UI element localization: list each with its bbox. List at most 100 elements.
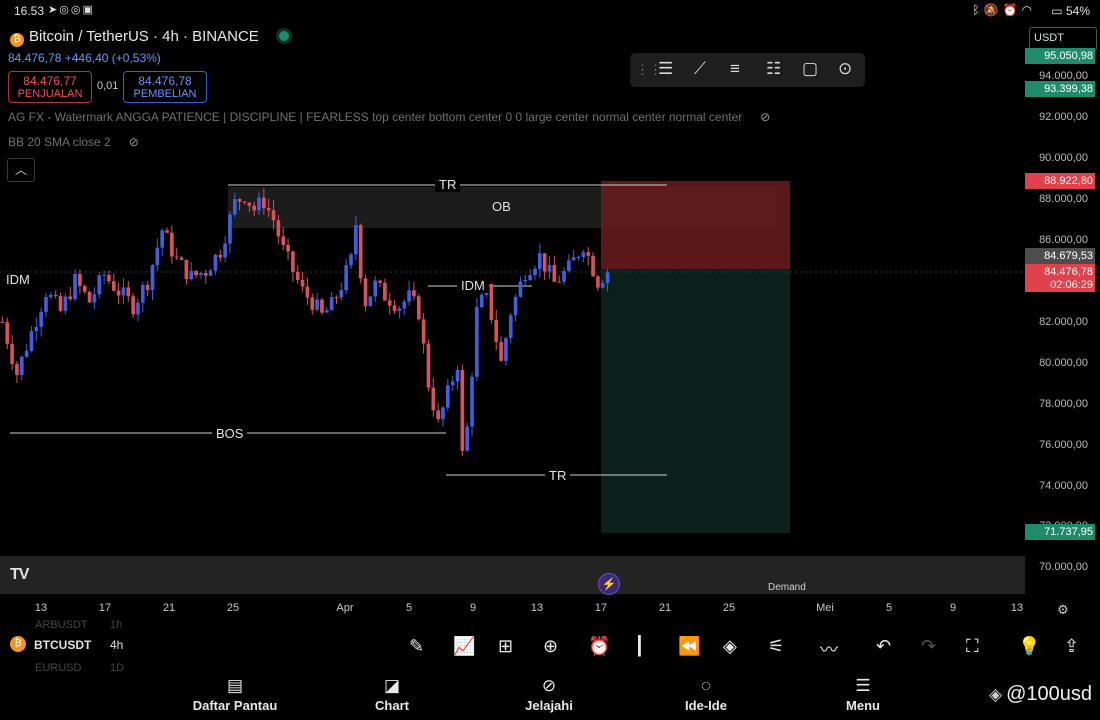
bos-label: BOS — [212, 426, 248, 441]
candle-body — [339, 290, 344, 298]
candle-body — [518, 281, 523, 297]
candle-body — [523, 279, 528, 282]
grid-icon[interactable]: ⊞ — [498, 636, 513, 657]
candle-body — [58, 295, 63, 311]
candle-body — [208, 270, 213, 276]
candle-icon[interactable]: ┃ — [634, 636, 645, 657]
price-tick: 76.000,00 — [1039, 439, 1088, 451]
redo-icon[interactable]: ↷ — [921, 636, 936, 657]
price-tick: 78.000,00 — [1039, 398, 1088, 410]
add-icon[interactable]: ⊕ — [543, 636, 558, 657]
candle-body — [68, 296, 73, 300]
bolt-icon[interactable]: ⚡ — [598, 573, 620, 595]
parallel-channel-icon[interactable]: ≡ — [730, 59, 740, 79]
nav-watchlist[interactable]: ▤ Daftar Pantau — [180, 676, 290, 713]
bitcoin-icon: ₿ — [10, 33, 24, 47]
candle-body — [218, 254, 223, 258]
candle-body — [228, 214, 232, 244]
indicator-watermark[interactable]: AG FX - Watermark ANGGA PATIENCE | DISCI… — [8, 110, 770, 124]
candle-body — [445, 385, 450, 408]
measure-tool-icon[interactable]: ⊙ — [838, 59, 852, 79]
collapse-indicators-button[interactable]: ︿ — [7, 158, 35, 182]
candle-body — [97, 275, 102, 295]
rectangle-tool-icon[interactable]: ▢ — [802, 59, 818, 79]
candle-body — [184, 259, 189, 280]
time-axis[interactable]: 13 17 21 25 Apr 5 9 13 17 21 25 Mei 5 9 … — [0, 598, 1100, 620]
undo-icon[interactable]: ↶ — [876, 636, 891, 657]
candle-body — [82, 285, 87, 292]
hide-eye-icon[interactable]: ⊘ — [760, 110, 770, 124]
candle-body — [126, 287, 131, 297]
chart-settings-icon[interactable]: ⚙ — [1057, 602, 1069, 618]
candle-body — [0, 322, 5, 323]
nav-menu[interactable]: ☰ Menu — [808, 676, 918, 713]
bottom-toolbar: ✎ 📈 ⊞ ⊕ ⏰ ┃ ⏪ ◈ ⚟ 〰 ↶ ↷ ⛶ 💡 ⇪ — [0, 628, 1100, 664]
nav-explore[interactable]: ⊘ Jelajahi — [494, 676, 604, 713]
symbol-title[interactable]: ₿ Bitcoin / TetherUS · 4h · BINANCE — [10, 28, 289, 47]
candle-body — [460, 369, 465, 451]
candle-body — [504, 338, 508, 361]
candle-body — [542, 253, 547, 272]
candle-body — [547, 265, 552, 272]
fib-tool-icon[interactable]: ☰ — [658, 59, 673, 79]
candle-body — [329, 297, 334, 311]
candle-body — [392, 305, 397, 311]
candle-body — [34, 326, 39, 332]
candle-body — [73, 273, 77, 300]
fib-retracement-icon[interactable]: ☷ — [766, 59, 781, 79]
replay-icon[interactable]: ⏪ — [678, 636, 700, 657]
candle-body — [121, 287, 126, 296]
volume-strip — [0, 556, 1025, 594]
buy-button[interactable]: 84.476,78 PEMBELIAN — [123, 71, 207, 103]
candle-body — [489, 284, 494, 320]
price-tick: 80.000,00 — [1039, 357, 1088, 369]
candle-body — [600, 283, 605, 288]
target-zone — [601, 269, 790, 533]
candle-body — [455, 369, 460, 382]
indicator-bb[interactable]: BB 20 SMA close 2 ⊘ — [8, 135, 139, 149]
hide-eye-icon[interactable]: ⊘ — [129, 135, 139, 149]
diamond-logo-icon: ◈ — [989, 685, 1003, 704]
trend-line-icon[interactable]: ⟋ — [694, 59, 706, 79]
last-price: 84.476,78 — [8, 51, 62, 65]
candle-body — [174, 256, 179, 258]
candle-body — [24, 350, 29, 357]
candle-body — [533, 268, 537, 276]
candle-body — [315, 299, 319, 310]
fullscreen-icon[interactable]: ⛶ — [966, 636, 979, 657]
price-tag-bottom: 71.737,95 — [1025, 524, 1095, 540]
price-tick: 90.000,00 — [1039, 152, 1088, 164]
candle-body — [562, 271, 566, 282]
candles — [0, 188, 610, 457]
candle-body — [363, 278, 368, 307]
candle-body — [441, 407, 445, 420]
candle-body — [412, 290, 416, 297]
candle-body — [266, 208, 271, 211]
pencil-icon[interactable]: ✎ — [409, 636, 424, 657]
candle-body — [44, 296, 48, 312]
chevron-up-icon: ︿ — [14, 163, 27, 177]
candle-body — [581, 252, 586, 257]
time-tick: 5 — [405, 602, 413, 614]
nav-ideas[interactable]: ◌ Ide-Ide — [651, 676, 761, 713]
candle-body — [416, 296, 421, 320]
share-icon[interactable]: ⇪ — [1064, 636, 1079, 657]
candle-body — [150, 265, 155, 291]
trend-icon[interactable]: 〰 — [820, 636, 838, 662]
settings-sliders-icon[interactable]: ⚟ — [768, 636, 784, 657]
time-tick: 9 — [469, 602, 477, 614]
alarm-icon[interactable]: ⏰ — [588, 636, 610, 657]
candle-body — [179, 257, 184, 260]
candle-body — [537, 253, 542, 269]
time-tick: 13 — [34, 602, 48, 614]
candle-body — [49, 294, 53, 297]
idea-icon[interactable]: 💡 — [1018, 636, 1040, 657]
candle-body — [426, 343, 431, 388]
nav-chart[interactable]: ◪ Chart — [337, 676, 447, 713]
price-tag-top: 95.050,98 — [1025, 48, 1095, 64]
candle-body — [78, 273, 82, 286]
sell-button[interactable]: 84.476,77 PENJUALAN — [8, 71, 92, 103]
indicators-icon[interactable]: 📈 — [453, 636, 475, 657]
candle-body — [102, 274, 106, 276]
layers-icon[interactable]: ◈ — [723, 636, 737, 657]
